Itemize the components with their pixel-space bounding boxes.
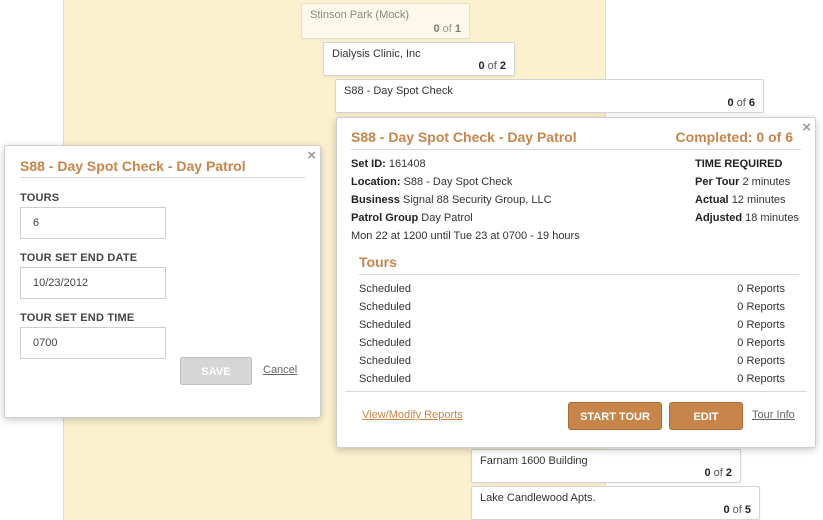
patrol-group-row: Patrol Group Day Patrol bbox=[351, 212, 473, 224]
card-count: 0 of 2 bbox=[478, 60, 506, 72]
tour-set-card-dialysis-clinic[interactable]: Dialysis Clinic, Inc 0 of 2 bbox=[323, 42, 515, 76]
tours-list: Scheduled 0 Reports Scheduled 0 Reports Sc… bbox=[359, 280, 785, 388]
tour-status: Scheduled bbox=[359, 319, 411, 331]
cancel-link[interactable]: Cancel bbox=[263, 364, 297, 376]
actual-row: Actual 12 minutes bbox=[695, 194, 786, 206]
panel-title: S88 - Day Spot Check - Day Patrol bbox=[20, 158, 246, 174]
card-count: 0 of 2 bbox=[704, 467, 732, 479]
location-row: Location: S88 - Day Spot Check bbox=[351, 176, 513, 188]
tour-reports: 0 Reports bbox=[737, 283, 785, 295]
panel-title: S88 - Day Spot Check - Day Patrol bbox=[351, 129, 577, 145]
tour-status: Scheduled bbox=[359, 283, 411, 295]
time-required-heading: TIME REQUIRED bbox=[695, 158, 783, 170]
tours-divider bbox=[359, 274, 799, 275]
card-name: Dialysis Clinic, Inc bbox=[332, 48, 421, 60]
tours-heading: Tours bbox=[359, 254, 397, 270]
adjusted-row: Adjusted 18 minutes bbox=[695, 212, 799, 224]
tour-row[interactable]: Scheduled 0 Reports bbox=[359, 280, 785, 298]
tour-set-card-farnam-1600[interactable]: Farnam 1600 Building 0 of 2 bbox=[471, 449, 741, 483]
close-icon[interactable]: × bbox=[802, 120, 811, 135]
tour-info-link[interactable]: Tour Info bbox=[752, 409, 795, 421]
tours-input[interactable]: 6 bbox=[20, 207, 166, 239]
card-count: 0 of 5 bbox=[723, 504, 751, 516]
tour-row[interactable]: Scheduled 0 Reports bbox=[359, 298, 785, 316]
tour-status: Scheduled bbox=[359, 337, 411, 349]
tour-reports: 0 Reports bbox=[737, 355, 785, 367]
tour-reports: 0 Reports bbox=[737, 337, 785, 349]
tour-status: Scheduled bbox=[359, 355, 411, 367]
tour-set-card-lake-candlewood[interactable]: Lake Candlewood Apts. 0 of 5 bbox=[471, 486, 760, 520]
tour-status: Scheduled bbox=[359, 373, 411, 385]
schedule-row: Mon 22 at 1200 until Tue 23 at 0700 - 19… bbox=[351, 230, 580, 242]
set-id-row: Set ID: 161408 bbox=[351, 158, 426, 170]
end-time-input[interactable]: 0700 bbox=[20, 327, 166, 359]
card-name: Farnam 1600 Building bbox=[480, 455, 588, 467]
per-tour-row: Per Tour 2 minutes bbox=[695, 176, 791, 188]
card-name: S88 - Day Spot Check bbox=[344, 85, 453, 97]
tours-label: TOURS bbox=[20, 192, 60, 204]
view-modify-reports-link[interactable]: View/Modify Reports bbox=[362, 409, 463, 421]
title-divider bbox=[20, 177, 305, 178]
edit-tour-set-panel: × S88 - Day Spot Check - Day Patrol TOUR… bbox=[4, 145, 321, 418]
tour-row[interactable]: Scheduled 0 Reports bbox=[359, 316, 785, 334]
tour-row[interactable]: Scheduled 0 Reports bbox=[359, 352, 785, 370]
edit-button[interactable]: EDIT bbox=[669, 402, 743, 430]
tour-set-card-stinson-park[interactable]: Stinson Park (Mock) 0 of 1 bbox=[301, 3, 470, 39]
tour-row[interactable]: Scheduled 0 Reports bbox=[359, 334, 785, 352]
business-row: Business Signal 88 Security Group, LLC bbox=[351, 194, 552, 206]
card-name: Stinson Park (Mock) bbox=[310, 9, 410, 21]
card-count: 0 of 1 bbox=[433, 23, 461, 35]
tour-reports: 0 Reports bbox=[737, 373, 785, 385]
tour-set-card-s88-day-spot-check[interactable]: S88 - Day Spot Check 0 of 6 bbox=[335, 79, 764, 113]
tour-reports: 0 Reports bbox=[737, 301, 785, 313]
start-tour-button[interactable]: START TOUR bbox=[568, 402, 662, 430]
save-button[interactable]: SAVE bbox=[180, 357, 252, 385]
tour-set-detail-panel: × S88 - Day Spot Check - Day Patrol Comp… bbox=[336, 117, 816, 448]
tour-row[interactable]: Scheduled 0 Reports bbox=[359, 370, 785, 388]
close-icon[interactable]: × bbox=[307, 148, 316, 163]
card-name: Lake Candlewood Apts. bbox=[480, 492, 596, 504]
card-count: 0 of 6 bbox=[727, 97, 755, 109]
tour-status: Scheduled bbox=[359, 301, 411, 313]
tour-reports: 0 Reports bbox=[737, 319, 785, 331]
footer-divider bbox=[345, 391, 807, 392]
end-time-label: TOUR SET END TIME bbox=[20, 312, 135, 324]
end-date-label: TOUR SET END DATE bbox=[20, 252, 138, 264]
title-divider bbox=[351, 149, 801, 150]
end-date-input[interactable]: 10/23/2012 bbox=[20, 267, 166, 299]
completed-status: Completed: 0 of 6 bbox=[675, 129, 793, 145]
